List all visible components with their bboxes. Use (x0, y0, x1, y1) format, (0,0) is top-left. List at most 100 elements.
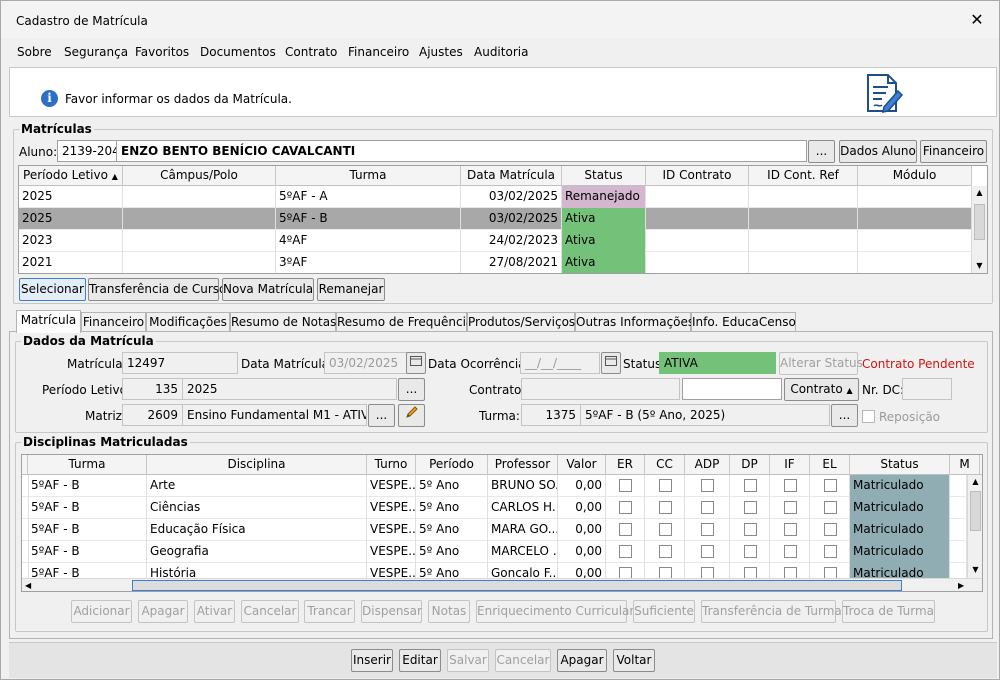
menu-auditoria[interactable]: Auditoria (474, 45, 528, 59)
salvar-button[interactable]: Salvar (447, 649, 489, 672)
table-row[interactable]: 5ºAF - B Ciências VESPE... 5º Ano CARLOS H..… (22, 497, 967, 519)
enriquecimento-curricular-button[interactable]: Enriquecimento Curricular (476, 600, 634, 623)
col-status[interactable]: Status (562, 166, 646, 186)
col-valor[interactable]: Valor (558, 455, 606, 475)
scroll-up-icon[interactable]: ▲ (968, 475, 982, 489)
row-checkbox[interactable] (701, 545, 714, 558)
col-if[interactable]: IF (770, 455, 810, 475)
turma-code-field[interactable]: 1375 (521, 404, 581, 426)
col-adp[interactable]: ADP (685, 455, 730, 475)
scroll-down-icon[interactable]: ▼ (972, 259, 987, 273)
col-id-contrato[interactable]: ID Contrato (646, 166, 749, 186)
col-modulo[interactable]: Módulo (858, 166, 972, 186)
disciplinas-hscroll[interactable]: ◀ ▶ (22, 578, 982, 591)
contrato-field[interactable] (521, 378, 680, 400)
col-turma[interactable]: Turma (28, 455, 147, 475)
remanejar-button[interactable]: Remanejar (317, 278, 385, 301)
voltar-button[interactable]: Voltar (613, 649, 655, 672)
editar-button[interactable]: Editar (399, 649, 441, 672)
tab-matricula[interactable]: Matrícula (16, 310, 81, 333)
periodo-code-field[interactable]: 135 (122, 378, 183, 400)
notas-button[interactable]: Notas (428, 600, 470, 623)
aluno-browse-button[interactable]: ... (808, 140, 835, 163)
nova-matricula-button[interactable]: Nova Matrícula (222, 278, 314, 301)
disciplinas-vscroll[interactable]: ▲ ▼ (967, 475, 982, 578)
contrato-dropdown-button[interactable]: Contrato ▲ (784, 378, 859, 401)
row-checkbox[interactable] (659, 501, 672, 514)
pencil-icon[interactable] (398, 404, 425, 427)
col-data-matricula[interactable]: Data Matrícula (461, 166, 562, 186)
row-checkbox[interactable] (784, 545, 797, 558)
menu-contrato[interactable]: Contrato (285, 45, 337, 59)
tab-modificacoes[interactable]: Modificações (146, 312, 230, 332)
tab-outras-informacoes[interactable]: Outras Informações (575, 312, 694, 332)
nrdc-field[interactable] (902, 378, 952, 400)
col-er[interactable]: ER (606, 455, 645, 475)
col-turma[interactable]: Turma (276, 166, 461, 186)
row-checkbox[interactable] (784, 479, 797, 492)
scroll-thumb[interactable] (132, 580, 902, 591)
status-field[interactable]: ATIVA (659, 352, 776, 374)
reposicao-checkbox[interactable] (862, 410, 875, 423)
row-checkbox[interactable] (619, 523, 632, 536)
table-row[interactable]: 5ºAF - BArteVESPE...5º AnoBRUNO SO...0,0… (22, 475, 967, 497)
col-professor[interactable]: Professor (488, 455, 558, 475)
col-cc[interactable]: CC (645, 455, 685, 475)
col-periodo-letivo[interactable]: Período Letivo ▲ (19, 166, 123, 186)
row-checkbox[interactable] (619, 545, 632, 558)
scroll-thumb[interactable] (970, 491, 981, 531)
contrato-field-2[interactable] (682, 378, 782, 400)
tab-info-educacenso[interactable]: Info. EducaCenso (691, 312, 796, 332)
apagar-button[interactable]: Apagar (138, 600, 188, 623)
tab-financeiro[interactable]: Financeiro (81, 312, 146, 332)
row-checkbox[interactable] (744, 479, 757, 492)
scroll-down-icon[interactable]: ▼ (968, 563, 982, 577)
row-checkbox[interactable] (784, 501, 797, 514)
row-checkbox[interactable] (701, 479, 714, 492)
col-el[interactable]: EL (810, 455, 850, 475)
row-checkbox[interactable] (659, 545, 672, 558)
matriz-code-field[interactable]: 2609 (122, 404, 183, 426)
row-checkbox[interactable] (744, 523, 757, 536)
col-status[interactable]: Status (850, 455, 950, 475)
col-m[interactable]: M (950, 455, 980, 475)
table-row[interactable]: 2025 5ºAF - B 03/02/2025 Ativa (19, 208, 972, 230)
troca-turma-button[interactable]: Troca de Turma (842, 600, 935, 623)
menu-seguranca[interactable]: Segurança (64, 45, 128, 59)
matriculas-vscroll[interactable]: ▲ ▼ (971, 186, 987, 273)
matriz-browse-button[interactable]: ... (368, 404, 395, 427)
row-checkbox[interactable] (824, 479, 837, 492)
inserir-button[interactable]: Inserir (351, 649, 393, 672)
col-dp[interactable]: DP (730, 455, 770, 475)
financeiro-button[interactable]: Financeiro (920, 140, 987, 163)
turma-browse-button[interactable]: ... (831, 404, 858, 427)
col-periodo[interactable]: Período (416, 455, 488, 475)
matricula-field[interactable]: 12497 (122, 352, 238, 374)
transferencia-turma-button[interactable]: Transferência de Turma (701, 600, 842, 623)
alterar-status-button[interactable]: Alterar Status (779, 352, 863, 375)
menu-financeiro[interactable]: Financeiro (348, 45, 409, 59)
table-row[interactable]: 2025 5ºAF - A 03/02/2025 Remanejado (19, 186, 972, 208)
row-checkbox[interactable] (744, 545, 757, 558)
transferencia-curso-button[interactable]: Transferência de Curso (88, 278, 226, 301)
row-checkbox[interactable] (619, 479, 632, 492)
row-checkbox[interactable] (784, 523, 797, 536)
matriz-field[interactable]: Ensino Fundamental M1 - ATIVO (182, 404, 367, 426)
dados-aluno-button[interactable]: Dados Aluno (839, 140, 917, 163)
row-checkbox[interactable] (744, 501, 757, 514)
scroll-up-icon[interactable]: ▲ (972, 186, 987, 200)
close-icon[interactable]: ✕ (965, 10, 989, 32)
aluno-name-field[interactable]: ENZO BENTO BENÍCIO CAVALCANTI (116, 140, 807, 162)
col-turno[interactable]: Turno (367, 455, 416, 475)
row-checkbox[interactable] (824, 523, 837, 536)
aluno-code-field[interactable]: 2139-204 (57, 140, 117, 162)
trancar-button[interactable]: Trancar (304, 600, 355, 623)
cancelar-button[interactable]: Cancelar (241, 600, 299, 623)
menu-favoritos[interactable]: Favoritos (135, 45, 189, 59)
table-row[interactable]: 2021 3ºAF 27/08/2021 Ativa (19, 252, 972, 273)
tab-resumo-notas[interactable]: Resumo de Notas (230, 312, 336, 332)
calendar-icon[interactable] (406, 352, 426, 374)
calendar-icon[interactable] (601, 352, 621, 374)
data-matricula-field[interactable]: 03/02/2025 (324, 352, 407, 374)
periodo-field[interactable]: 2025 (182, 378, 397, 400)
